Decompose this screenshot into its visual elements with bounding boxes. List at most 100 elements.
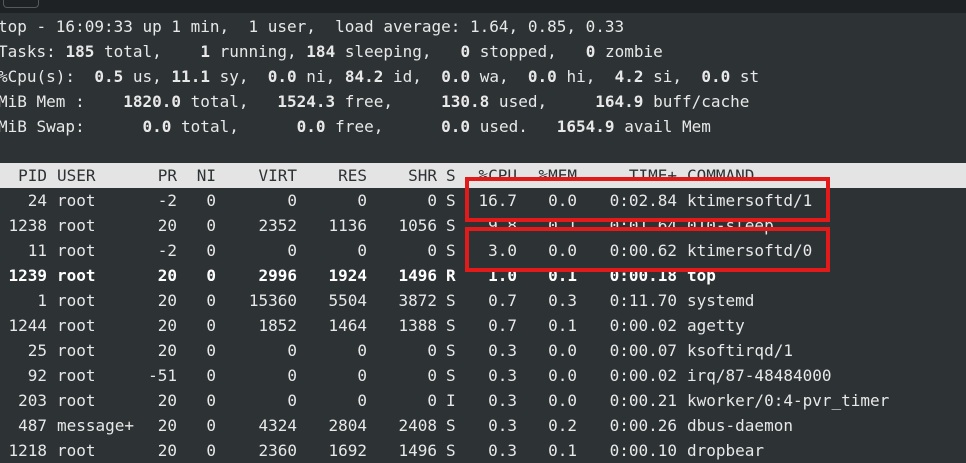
cpu-si: 4.2 bbox=[614, 67, 644, 86]
column-header-user[interactable]: USER bbox=[57, 163, 96, 188]
process-virt: 1852 bbox=[258, 316, 297, 335]
process-cmd: agetty bbox=[687, 316, 745, 335]
process-cpu: 0.3 bbox=[488, 366, 517, 385]
process-row[interactable]: 203 root 20 0 0 0 0 I 0.3 0.0 0:00.21 kworker/0:4-p… bbox=[0, 388, 966, 413]
process-row[interactable]: 1244 root 20 0 1852 1464 1388 S 0.7 0.1 0:00.02 age… bbox=[0, 313, 966, 338]
summary-label: st bbox=[730, 67, 760, 86]
column-header-mem[interactable]: %MEM bbox=[538, 163, 577, 188]
process-cmd: irq/87-48484000 bbox=[687, 366, 832, 385]
column-header-virt[interactable]: VIRT bbox=[258, 163, 297, 188]
process-row[interactable]: 1238 root 20 0 2352 1136 1056 S 9.8 0.1 0:01.64 010… bbox=[0, 213, 966, 238]
process-row[interactable]: 1 root 20 0 15360 5504 3872 S 0.7 0.3 0:11.70 syste… bbox=[0, 288, 966, 313]
process-cpu: 1.0 bbox=[488, 266, 517, 285]
summary-label: sy, bbox=[209, 67, 259, 86]
process-pr: 20 bbox=[157, 341, 177, 360]
process-pr: 20 bbox=[157, 216, 177, 235]
process-pid: 1 bbox=[37, 291, 47, 310]
process-mem: 0.2 bbox=[548, 416, 577, 435]
process-cpu: 0.7 bbox=[488, 291, 517, 310]
process-virt: 0 bbox=[287, 191, 297, 210]
process-row[interactable]: 1218 root 20 0 2360 1692 1496 S 0.3 0.1 0:00.10 dro… bbox=[0, 438, 966, 463]
column-header-s[interactable]: S bbox=[446, 163, 456, 188]
process-mem: 0.1 bbox=[548, 266, 577, 285]
tab-stub[interactable] bbox=[3, 0, 39, 8]
process-row[interactable]: 92 root -51 0 0 0 0 S 0.3 0.0 0:00.02 irq/87-484840… bbox=[0, 363, 966, 388]
tasks-zombie: 0 bbox=[585, 42, 596, 61]
column-header-time[interactable]: TIME+ bbox=[629, 163, 677, 188]
process-pid: 1244 bbox=[8, 316, 47, 335]
summary-label: total, bbox=[181, 92, 259, 111]
process-ni: 0 bbox=[206, 341, 216, 360]
process-time: 0:00.21 bbox=[609, 391, 677, 410]
process-cmd: 010-sleep bbox=[687, 216, 774, 235]
process-pid: 11 bbox=[27, 241, 47, 260]
clock-time: 16:09:33 bbox=[55, 17, 133, 36]
process-row[interactable]: 487 message+ 20 0 4324 2804 2408 S 0.3 0.2 0:00.26… bbox=[0, 413, 966, 438]
column-header-pr[interactable]: PR bbox=[158, 163, 177, 188]
process-mem: 0.3 bbox=[548, 291, 577, 310]
process-row[interactable]: 11 root -2 0 0 0 0 S 3.0 0.0 0:00.62 ktimersoftd/0 bbox=[0, 238, 966, 263]
cpu-st: 0.0 bbox=[701, 67, 731, 86]
process-mem: 0.1 bbox=[548, 441, 577, 460]
load-average-value: 1.64, 0.85, 0.33 bbox=[470, 17, 625, 36]
summary-label: MiB Swap: bbox=[0, 117, 95, 136]
summary-label: used, bbox=[489, 92, 557, 111]
process-res: 1464 bbox=[328, 316, 367, 335]
process-ni: 0 bbox=[206, 416, 216, 435]
process-ni: 0 bbox=[206, 191, 216, 210]
process-pid: 1238 bbox=[8, 216, 47, 235]
process-ni: 0 bbox=[206, 366, 216, 385]
process-s: S bbox=[446, 416, 456, 435]
summary-uptime-line: top - 16:09:33 up 1 min, 1 user, load av… bbox=[0, 14, 624, 39]
column-header-shr[interactable]: SHR bbox=[408, 163, 437, 188]
process-pr: 20 bbox=[157, 266, 177, 285]
process-s: S bbox=[446, 441, 456, 460]
process-cmd: ktimersoftd/0 bbox=[687, 241, 813, 260]
user-count: 1 user, bbox=[229, 17, 316, 36]
process-res: 0 bbox=[357, 341, 367, 360]
process-s: S bbox=[446, 191, 456, 210]
cpu-wa: 0.0 bbox=[441, 67, 471, 86]
mem-used: 130.8 bbox=[441, 92, 490, 111]
process-ni: 0 bbox=[206, 441, 216, 460]
process-row[interactable]: 25 root 20 0 0 0 0 S 0.3 0.0 0:00.07 ksoftirqd/1 bbox=[0, 338, 966, 363]
process-ni: 0 bbox=[206, 291, 216, 310]
process-res: 0 bbox=[357, 191, 367, 210]
process-res: 5504 bbox=[328, 291, 367, 310]
process-ni: 0 bbox=[206, 241, 216, 260]
column-header-cpu[interactable]: %CPU bbox=[478, 163, 517, 188]
summary-label: running, bbox=[209, 42, 297, 61]
summary-tasks-line: Tasks: 185 total, 1 running, 184 sleepin… bbox=[0, 39, 663, 64]
process-user: root bbox=[57, 366, 96, 385]
column-header-res[interactable]: RES bbox=[338, 163, 367, 188]
process-cpu: 9.8 bbox=[488, 216, 517, 235]
tasks-total: 185 bbox=[65, 42, 95, 61]
process-mem: 0.0 bbox=[548, 191, 577, 210]
mem-buff-cache: 164.9 bbox=[595, 92, 644, 111]
process-pid: 24 bbox=[27, 191, 47, 210]
swap-used: 0.0 bbox=[441, 117, 471, 136]
summary-label: us, bbox=[123, 67, 172, 86]
summary-label: wa, bbox=[470, 67, 519, 86]
process-s: S bbox=[446, 291, 456, 310]
process-virt: 0 bbox=[287, 366, 297, 385]
column-header-cmd[interactable]: COMMAND bbox=[687, 163, 754, 188]
process-row[interactable]: 1239 root 20 0 2996 1924 1496 R 1.0 0.1 0:00.18 top bbox=[0, 263, 966, 288]
process-res: 0 bbox=[357, 366, 367, 385]
tasks-stopped: 0 bbox=[460, 42, 471, 61]
process-mem: 0.0 bbox=[548, 341, 577, 360]
process-mem: 0.1 bbox=[548, 216, 577, 235]
column-header-pid[interactable]: PID bbox=[18, 163, 47, 188]
process-row[interactable]: 24 root -2 0 0 0 0 S 16.7 0.0 0:02.84 ktimersoftd/1 bbox=[0, 188, 966, 213]
process-cpu: 0.3 bbox=[488, 416, 517, 435]
process-res: 0 bbox=[357, 391, 367, 410]
column-header-ni[interactable]: NI bbox=[197, 163, 216, 188]
summary-cpu-line: %Cpu(s): 0.5 us, 11.1 sy, 0.0 ni, 84.2 i… bbox=[0, 64, 759, 89]
mem-total: 1820.0 bbox=[123, 92, 182, 111]
process-cmd: ktimersoftd/1 bbox=[687, 191, 813, 210]
process-user: root bbox=[57, 391, 96, 410]
process-time: 0:00.02 bbox=[609, 366, 677, 385]
process-table-header: PID USER PR NI VIRT RES SHR S %CPU %MEM TIME+ COMMA… bbox=[0, 163, 966, 188]
swap-avail-mem: 1654.9 bbox=[556, 117, 615, 136]
process-virt: 4324 bbox=[258, 416, 297, 435]
